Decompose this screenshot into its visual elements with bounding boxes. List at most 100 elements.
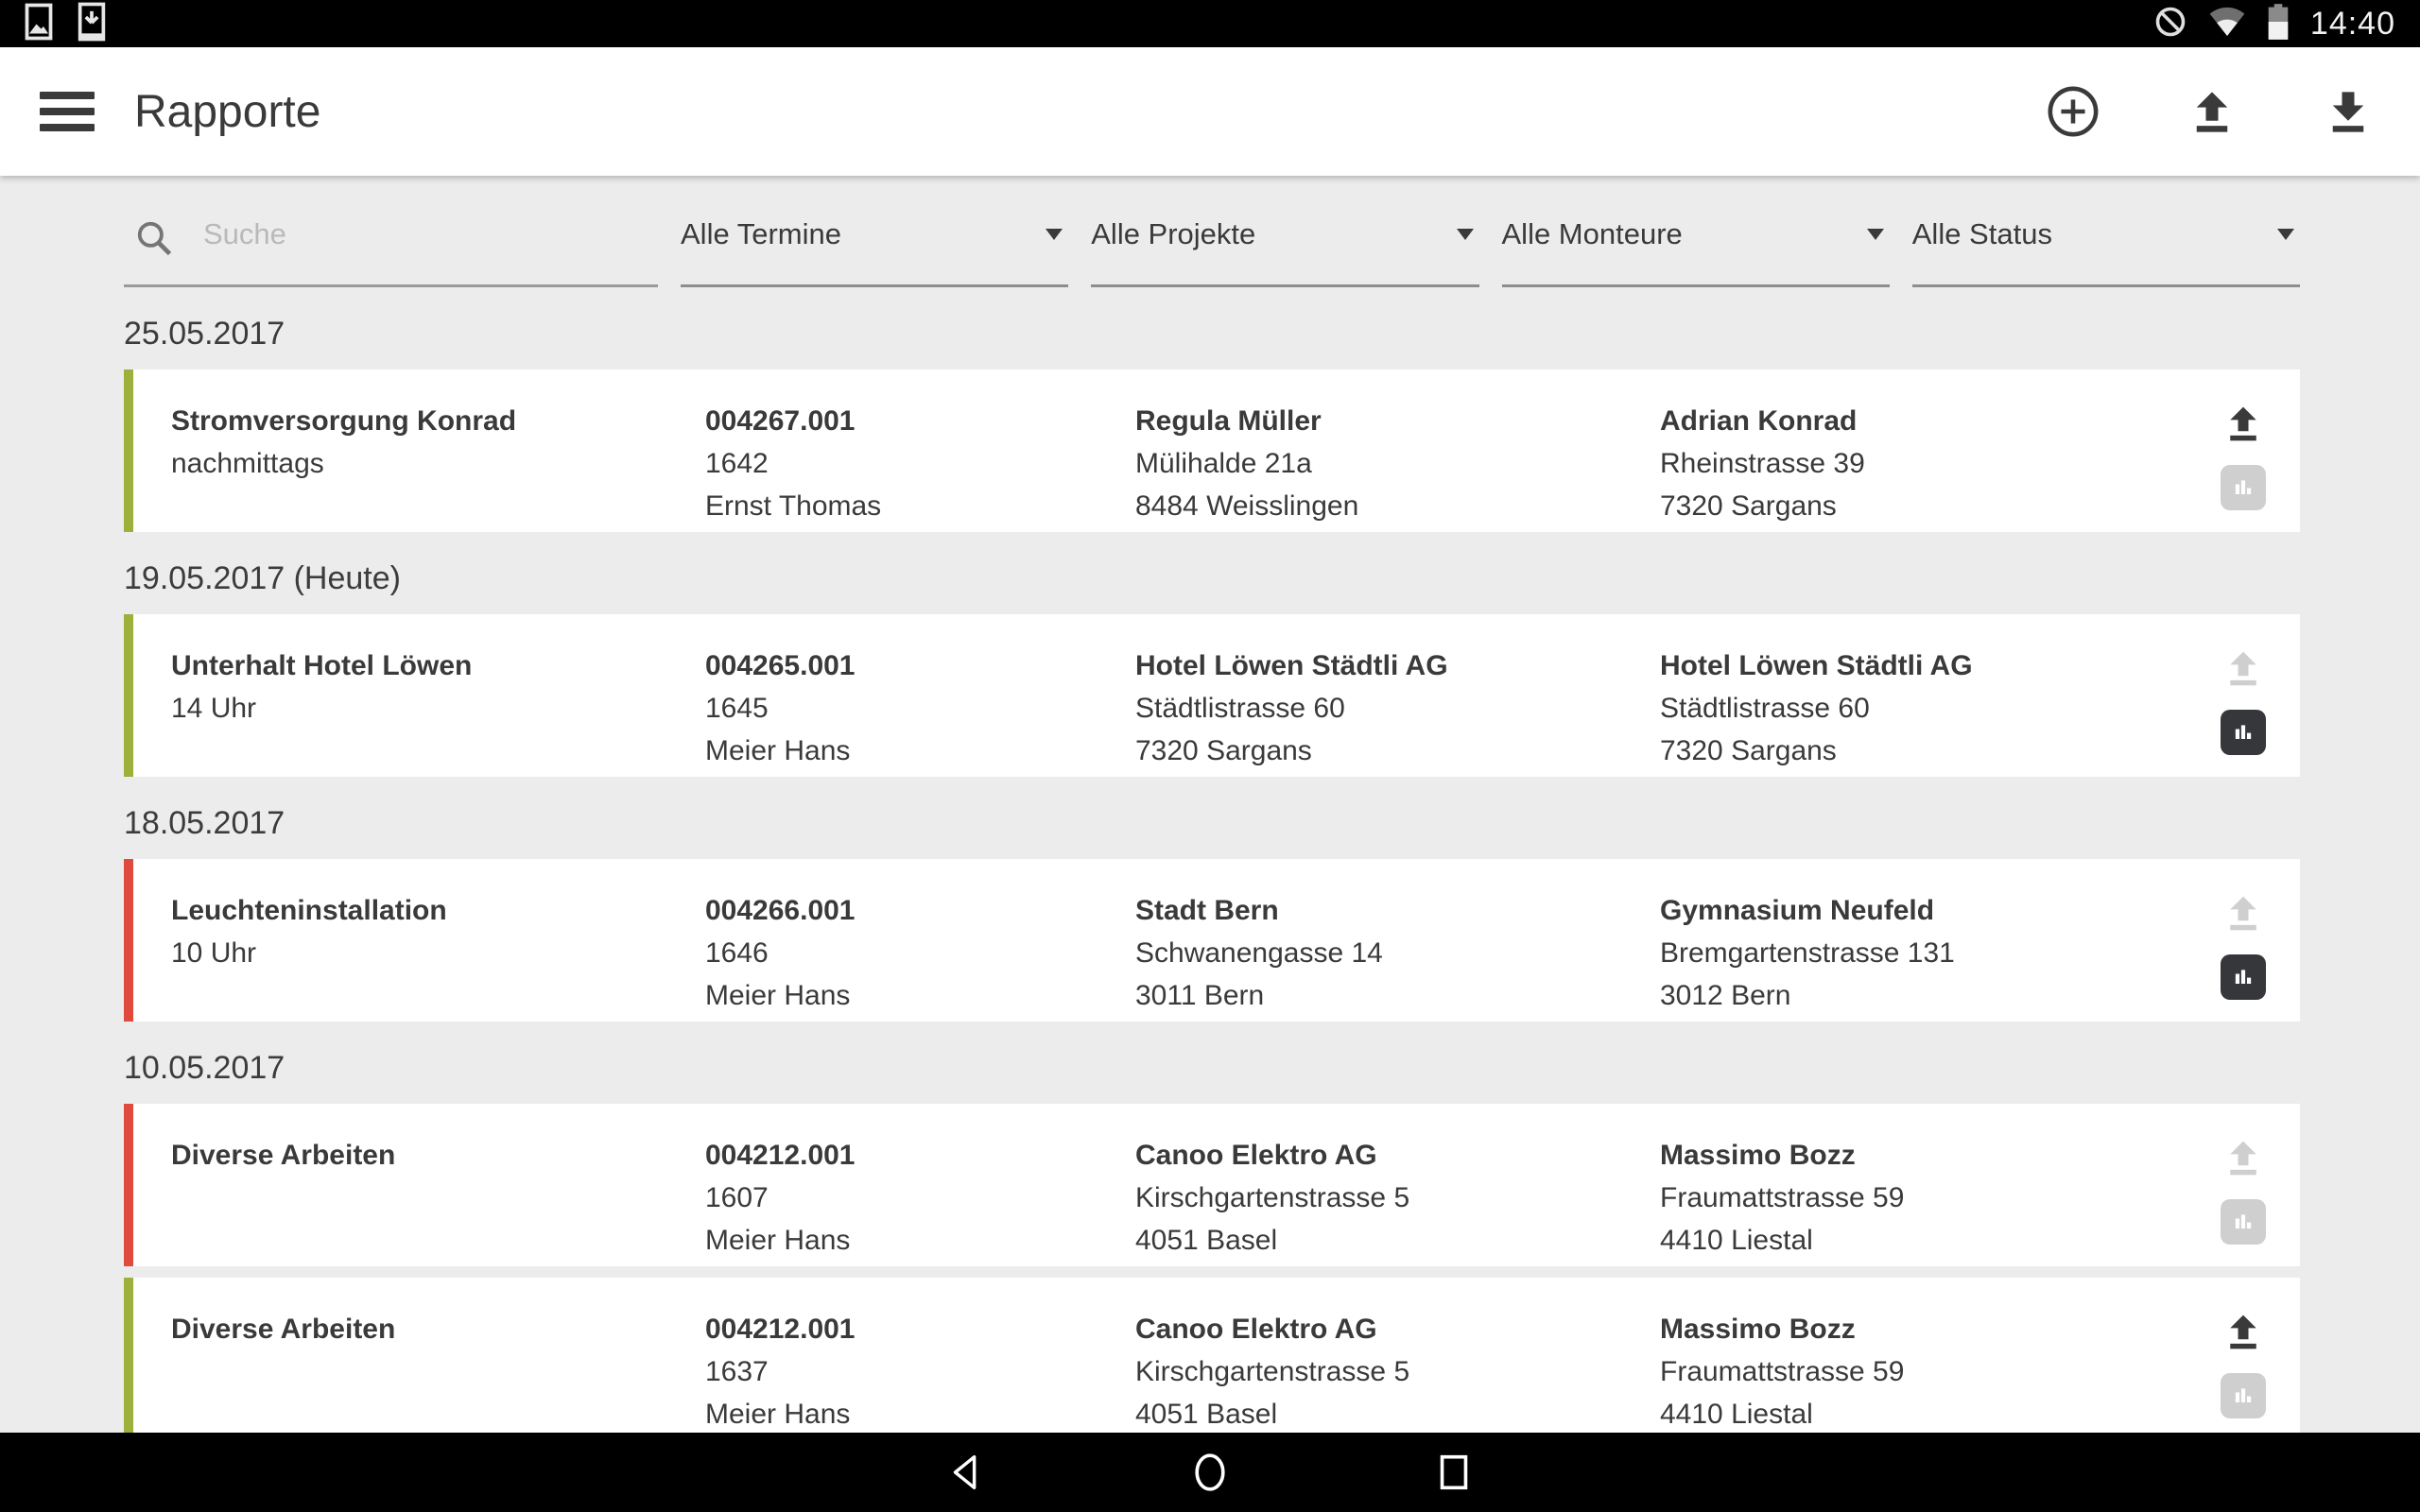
- filter-projekte-dropdown[interactable]: Alle Projekte: [1091, 215, 1478, 287]
- hamburger-menu-icon[interactable]: [40, 83, 95, 140]
- contact-city: 4051 Basel: [1135, 1219, 1660, 1262]
- section-date: 19.05.2017 (Heute): [124, 560, 2300, 597]
- object-name: Massimo Bozz: [1660, 1308, 2194, 1350]
- report-number: 1645: [705, 687, 1135, 730]
- contact-city: 7320 Sargans: [1135, 730, 1660, 772]
- project-number: 004265.001: [705, 644, 1135, 687]
- object-name: Adrian Konrad: [1660, 400, 2194, 442]
- recents-square-icon: [1432, 1451, 1476, 1494]
- row-upload-button[interactable]: [2222, 891, 2264, 939]
- report-time: nachmittags: [171, 442, 705, 485]
- section-date: 10.05.2017: [124, 1050, 2300, 1087]
- row-upload-button[interactable]: [2222, 646, 2264, 695]
- search-input[interactable]: [203, 215, 658, 251]
- contact-name: Stadt Bern: [1135, 889, 1660, 932]
- project-number: 004212.001: [705, 1308, 1135, 1350]
- row-upload-button[interactable]: [2222, 1310, 2264, 1358]
- filter-termine-dropdown[interactable]: Alle Termine: [681, 215, 1068, 287]
- filter-monteure-dropdown[interactable]: Alle Monteure: [1502, 215, 1890, 287]
- object-city: 4410 Liestal: [1660, 1393, 2194, 1435]
- report-title: Diverse Arbeiten: [171, 1134, 705, 1177]
- project-number: 004267.001: [705, 400, 1135, 442]
- screenshot-icon: [25, 3, 53, 45]
- contact-street: Schwanengasse 14: [1135, 932, 1660, 974]
- bar-chart-icon: [2230, 474, 2256, 501]
- contact-city: 3011 Bern: [1135, 974, 1660, 1017]
- contact-name: Canoo Elektro AG: [1135, 1134, 1660, 1177]
- back-button[interactable]: [944, 1451, 988, 1494]
- contact-street: Städtlistrasse 60: [1135, 687, 1660, 730]
- report-time: 10 Uhr: [171, 932, 705, 974]
- report-time: [171, 1350, 705, 1393]
- report-row[interactable]: Diverse Arbeiten 004212.001 1607 Meier H…: [124, 1104, 2300, 1266]
- report-number: 1637: [705, 1350, 1135, 1393]
- object-city: 7320 Sargans: [1660, 730, 2194, 772]
- row-status-chart-button[interactable]: [2221, 1199, 2266, 1245]
- upload-icon: [2222, 1310, 2264, 1353]
- status-bar: 14:40: [0, 0, 2420, 47]
- project-number: 004266.001: [705, 889, 1135, 932]
- contact-street: Kirschgartenstrasse 5: [1135, 1350, 1660, 1393]
- object-street: Bremgartenstrasse 131: [1660, 932, 2194, 974]
- bar-chart-icon: [2230, 719, 2256, 746]
- upload-icon: [2222, 646, 2264, 690]
- contact-name: Regula Müller: [1135, 400, 1660, 442]
- wifi-icon: [2208, 6, 2246, 43]
- bar-chart-icon: [2230, 964, 2256, 990]
- contact-city: 8484 Weisslingen: [1135, 485, 1660, 527]
- upload-icon: [2187, 86, 2237, 137]
- contact-street: Kirschgartenstrasse 5: [1135, 1177, 1660, 1219]
- technician-name: Meier Hans: [705, 974, 1135, 1017]
- back-triangle-icon: [944, 1451, 988, 1494]
- technician-name: Meier Hans: [705, 1219, 1135, 1262]
- report-title: Diverse Arbeiten: [171, 1308, 705, 1350]
- row-status-chart-button[interactable]: [2221, 1373, 2266, 1418]
- date-section: 18.05.2017 Leuchteninstallation 10 Uhr 0…: [0, 805, 2420, 1022]
- no-signal-icon: [2153, 5, 2187, 43]
- chevron-down-icon: [1867, 229, 1884, 240]
- contact-city: 4051 Basel: [1135, 1393, 1660, 1435]
- clock: 14:40: [2310, 6, 2395, 43]
- recents-button[interactable]: [1432, 1451, 1476, 1494]
- report-list-area: Alle Termine Alle Projekte Alle Monteure…: [0, 176, 2420, 1512]
- object-street: Fraumattstrasse 59: [1660, 1350, 2194, 1393]
- search-icon: [133, 217, 175, 259]
- download-button[interactable]: [2324, 86, 2373, 137]
- date-section: 19.05.2017 (Heute) Unterhalt Hotel Löwen…: [0, 560, 2420, 777]
- report-number: 1607: [705, 1177, 1135, 1219]
- row-status-chart-button[interactable]: [2221, 710, 2266, 755]
- filter-status-dropdown[interactable]: Alle Status: [1912, 215, 2300, 287]
- row-status-chart-button[interactable]: [2221, 954, 2266, 1000]
- row-upload-button[interactable]: [2222, 402, 2264, 450]
- chevron-down-icon: [2277, 229, 2294, 240]
- home-circle-icon: [1188, 1451, 1232, 1494]
- object-name: Massimo Bozz: [1660, 1134, 2194, 1177]
- contact-street: Mülihalde 21a: [1135, 442, 1660, 485]
- report-number: 1646: [705, 932, 1135, 974]
- plus-circle-icon: [2046, 84, 2100, 139]
- report-row[interactable]: Diverse Arbeiten 004212.001 1637 Meier H…: [124, 1278, 2300, 1440]
- technician-name: Meier Hans: [705, 730, 1135, 772]
- upload-button[interactable]: [2187, 86, 2237, 137]
- report-time: [171, 1177, 705, 1219]
- report-row[interactable]: Unterhalt Hotel Löwen 14 Uhr 004265.001 …: [124, 614, 2300, 777]
- object-name: Hotel Löwen Städtli AG: [1660, 644, 2194, 687]
- report-row[interactable]: Leuchteninstallation 10 Uhr 004266.001 1…: [124, 859, 2300, 1022]
- upload-icon: [2222, 1136, 2264, 1179]
- date-section: 25.05.2017 Stromversorgung Konrad nachmi…: [0, 316, 2420, 532]
- report-title: Leuchteninstallation: [171, 889, 705, 932]
- report-row[interactable]: Stromversorgung Konrad nachmittags 00426…: [124, 369, 2300, 532]
- object-street: Städtlistrasse 60: [1660, 687, 2194, 730]
- home-button[interactable]: [1188, 1451, 1232, 1494]
- download-icon: [2324, 86, 2373, 137]
- upload-icon: [2222, 402, 2264, 445]
- search-box[interactable]: [124, 215, 658, 287]
- object-city: 4410 Liestal: [1660, 1219, 2194, 1262]
- object-city: 3012 Bern: [1660, 974, 2194, 1017]
- add-report-button[interactable]: [2046, 84, 2100, 139]
- chevron-down-icon: [1457, 229, 1474, 240]
- chevron-down-icon: [1046, 229, 1063, 240]
- row-status-chart-button[interactable]: [2221, 465, 2266, 510]
- row-upload-button[interactable]: [2222, 1136, 2264, 1184]
- date-section: 10.05.2017 Diverse Arbeiten 004212.001 1…: [0, 1050, 2420, 1440]
